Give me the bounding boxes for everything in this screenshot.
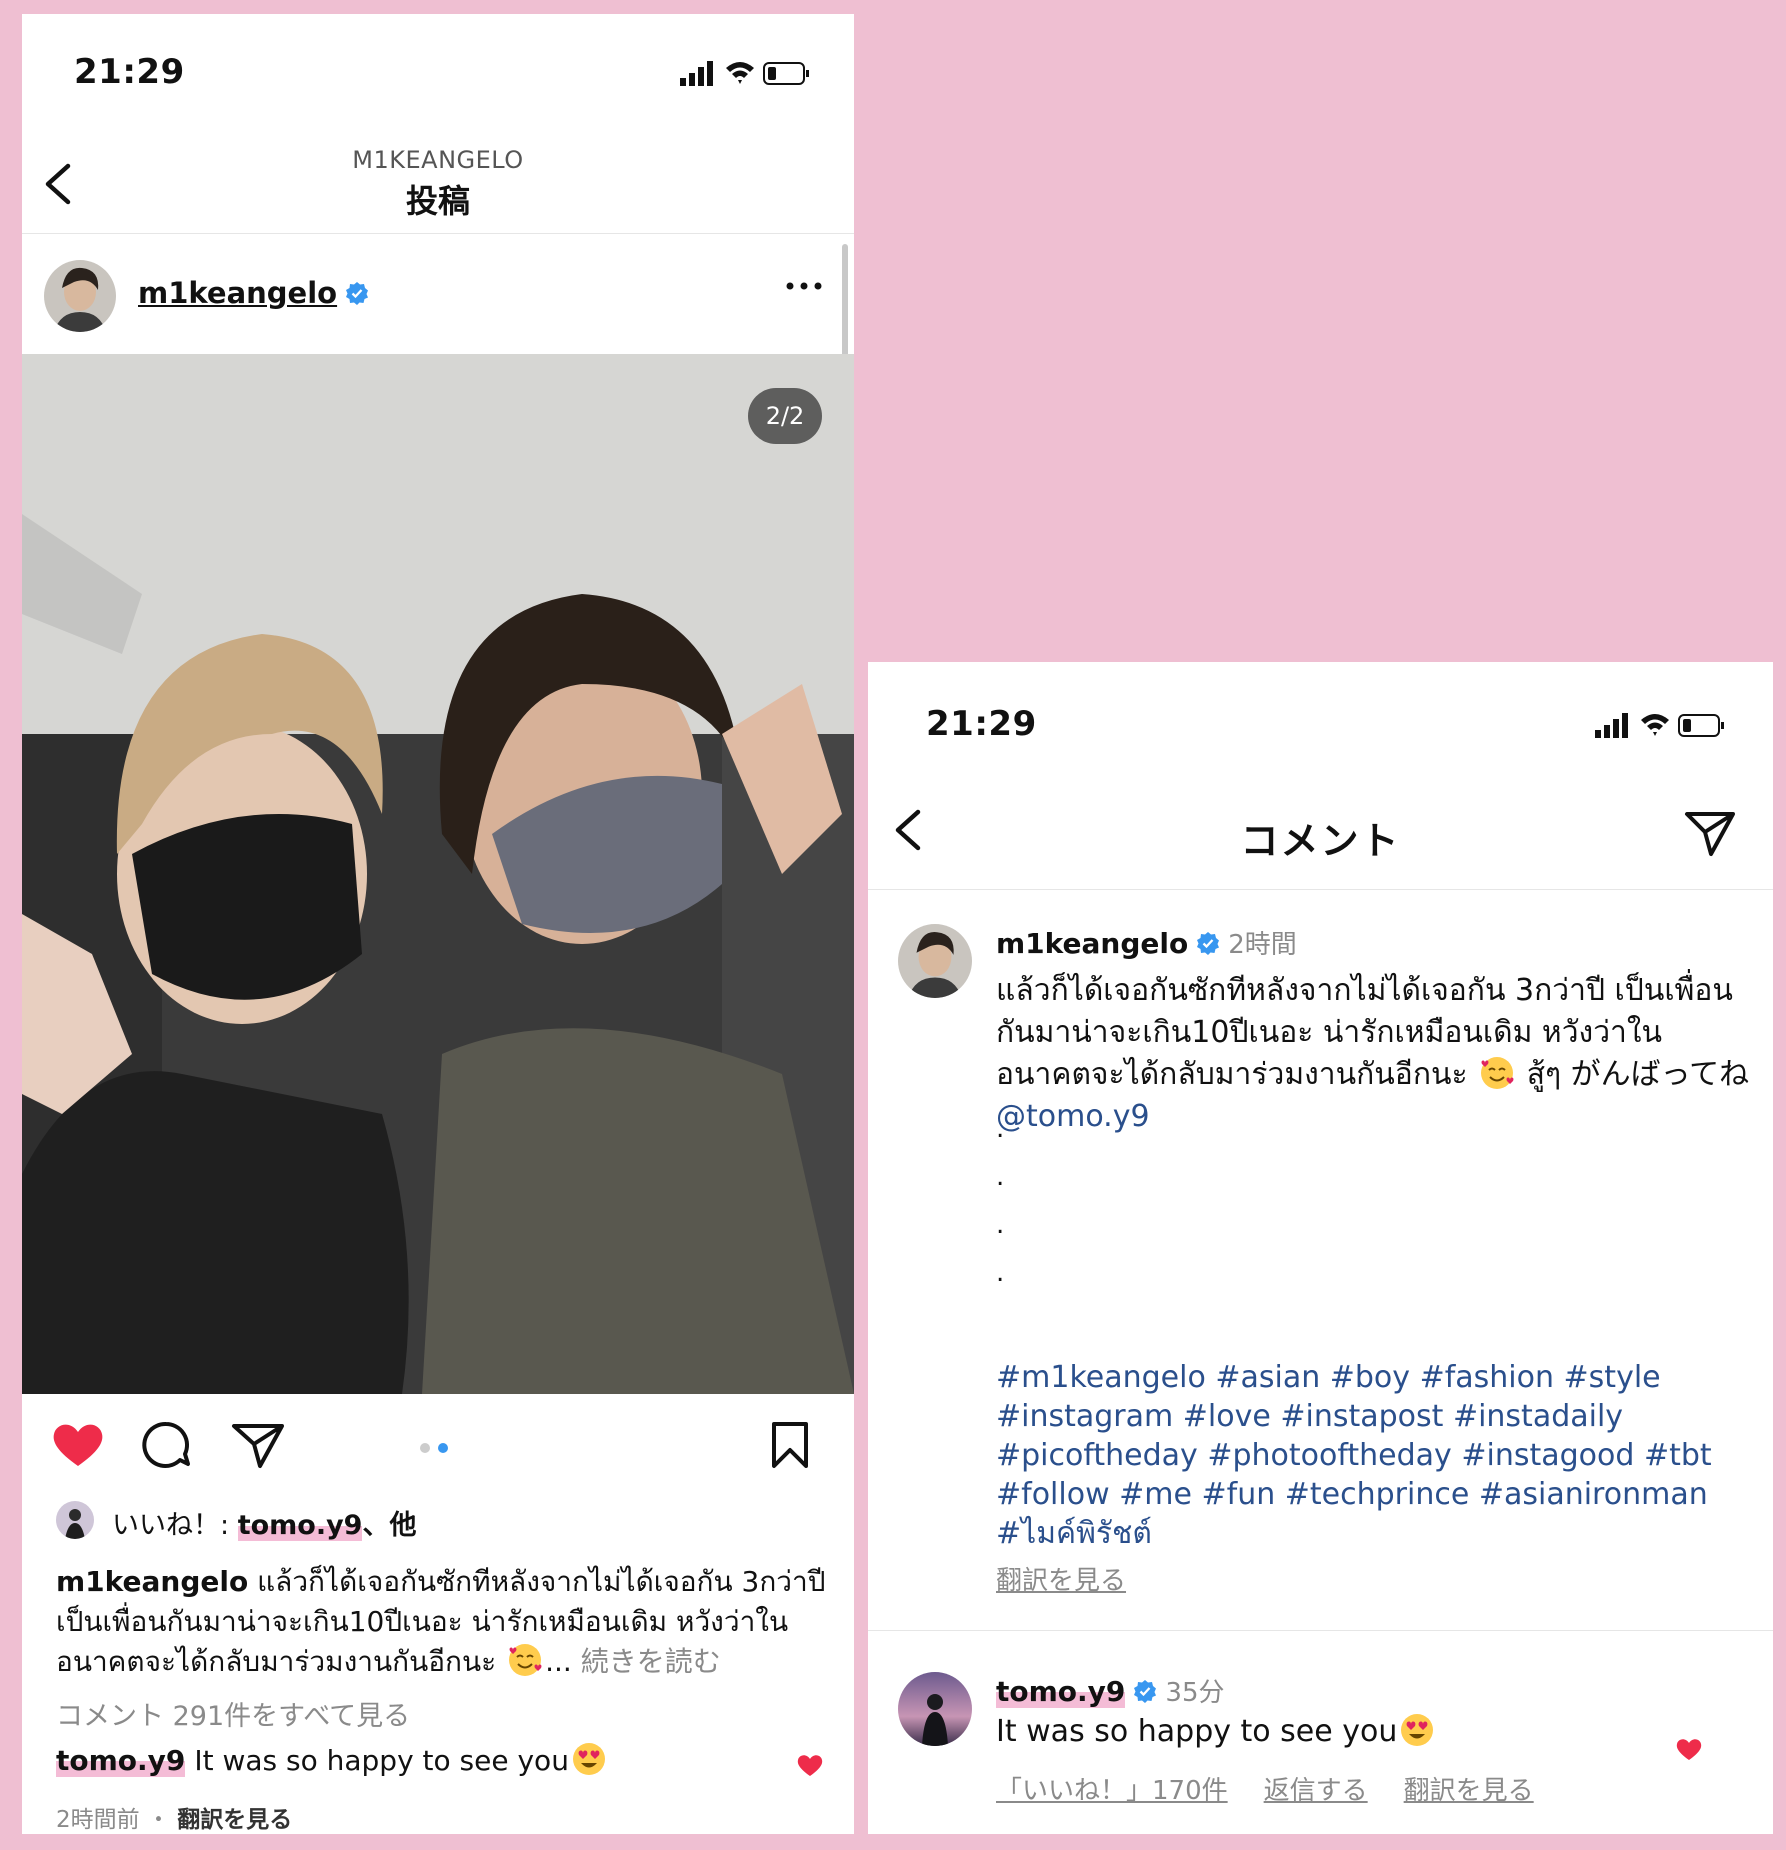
carousel-dot-active: [438, 1443, 448, 1453]
status-bar: 21:29: [868, 662, 1773, 772]
caption-username[interactable]: m1keangelo: [996, 927, 1188, 960]
mention-link[interactable]: @tomo.y9: [996, 1099, 1150, 1134]
caption-dot: .: [996, 1210, 1005, 1240]
liker-avatar: [56, 1501, 94, 1539]
heart-eyes-emoji-icon: [572, 1743, 605, 1775]
post-meta: 2時間前 ・ 翻訳を見る: [56, 1800, 292, 1834]
read-more-link[interactable]: 続きを読む: [581, 1645, 721, 1678]
carousel-dot: [420, 1443, 430, 1453]
status-time: 21:29: [926, 704, 1037, 744]
status-icons: [1595, 713, 1724, 738]
top-comment: tomo.y9 It was so happy to see you: [56, 1743, 609, 1777]
photo-counter: 2/2: [748, 388, 822, 444]
header-subtitle: M1KEANGELO: [352, 146, 524, 174]
reply-actions: 「いいね！」170件 返信する 翻訳を見る: [996, 1770, 1570, 1807]
post-screen: 21:29 M1KEANGELO 投稿 m1keangelo 2/2 いいね！:…: [22, 14, 854, 1834]
comments-nav-bar: コメント: [868, 772, 1773, 890]
reply-like-heart-icon[interactable]: [1675, 1736, 1703, 1762]
reply-user-line: tomo.y9 35分: [996, 1672, 1225, 1709]
avatar[interactable]: [44, 260, 116, 332]
carousel-dots: [420, 1438, 456, 1457]
caption-time: 2時間: [1228, 930, 1297, 960]
caption-dot: .: [996, 1258, 1005, 1288]
status-icons: [680, 61, 809, 86]
meta-separator: ・: [146, 1807, 170, 1833]
status-time: 21:29: [74, 52, 185, 92]
reply-text: It was so happy to see you: [996, 1714, 1398, 1749]
post-time: 2時間前: [56, 1807, 140, 1833]
page-title: 投稿: [405, 182, 470, 220]
bookmark-icon[interactable]: [762, 1420, 818, 1470]
caption-username[interactable]: m1keangelo: [56, 1565, 248, 1598]
selfie-image: [22, 354, 854, 1394]
more-options-icon[interactable]: [784, 278, 824, 294]
caption-user-line: m1keangelo 2時間: [996, 924, 1297, 961]
caption-dot: .: [996, 1114, 1005, 1144]
page-title: コメント: [1240, 819, 1401, 863]
reply-avatar[interactable]: [898, 1672, 972, 1746]
comment-username[interactable]: tomo.y9: [56, 1744, 186, 1777]
post-username[interactable]: m1keangelo: [138, 276, 369, 310]
heart-eyes-emoji-icon: [1401, 1713, 1434, 1746]
action-bar: [22, 1394, 854, 1494]
caption-body: แล้วก็ได้เจอกันซักทีหลังจากไม่ได้เจอกัน …: [996, 970, 1756, 1138]
see-translation-link[interactable]: 翻訳を見る: [996, 1560, 1126, 1597]
caption-ellipsis: ...: [545, 1645, 572, 1678]
reply-button[interactable]: 返信する: [1264, 1776, 1368, 1806]
send-icon[interactable]: [1683, 808, 1737, 858]
reply-time: 35分: [1165, 1678, 1225, 1708]
smiling-hearts-emoji-icon: [509, 1644, 542, 1676]
reply-username[interactable]: tomo.y9: [996, 1675, 1126, 1708]
avatar[interactable]: [898, 924, 972, 998]
post-header: m1keangelo: [22, 236, 854, 354]
caption-text-after-emoji: สู้ๆ がんばってね: [1517, 1057, 1750, 1092]
see-translation-link[interactable]: 翻訳を見る: [177, 1807, 292, 1833]
status-bar: 21:29: [22, 14, 854, 124]
post-photo[interactable]: 2/2: [22, 354, 854, 1394]
post-nav-bar: M1KEANGELO 投稿: [22, 124, 854, 234]
verified-badge-icon: [1197, 932, 1220, 955]
comment-icon[interactable]: [140, 1420, 196, 1470]
verified-badge-icon: [346, 282, 369, 305]
smiling-hearts-emoji-icon: [1481, 1056, 1514, 1089]
reply-likes-count[interactable]: 「いいね！」170件: [996, 1776, 1228, 1806]
post-caption: m1keangelo แล้วก็ได้เจอกันซักทีหลังจากไม…: [56, 1562, 846, 1682]
share-icon[interactable]: [230, 1420, 286, 1470]
reply-see-translation[interactable]: 翻訳を見る: [1404, 1776, 1534, 1806]
divider: [868, 1630, 1773, 1631]
view-all-comments-link[interactable]: コメント 291件をすべて見る: [56, 1694, 410, 1733]
likes-prefix: いいね！:: [112, 1510, 238, 1541]
verified-badge-icon: [1134, 1680, 1157, 1703]
comment-like-heart-icon[interactable]: [796, 1752, 824, 1778]
heart-filled-icon[interactable]: [50, 1420, 106, 1470]
likes-suffix: 、他: [362, 1510, 417, 1541]
comments-screen: 21:29 コメント m1keangelo 2時間 แล้วก็ได้เจอกัน…: [868, 662, 1773, 1834]
liker-username[interactable]: tomo.y9: [237, 1510, 363, 1541]
reply-text-line: It was so happy to see you: [996, 1713, 1437, 1749]
caption-dot: .: [996, 1162, 1005, 1192]
hashtags[interactable]: #m1keangelo #asian #boy #fashion #style …: [996, 1358, 1756, 1553]
comment-text: It was so happy to see you: [194, 1744, 569, 1777]
